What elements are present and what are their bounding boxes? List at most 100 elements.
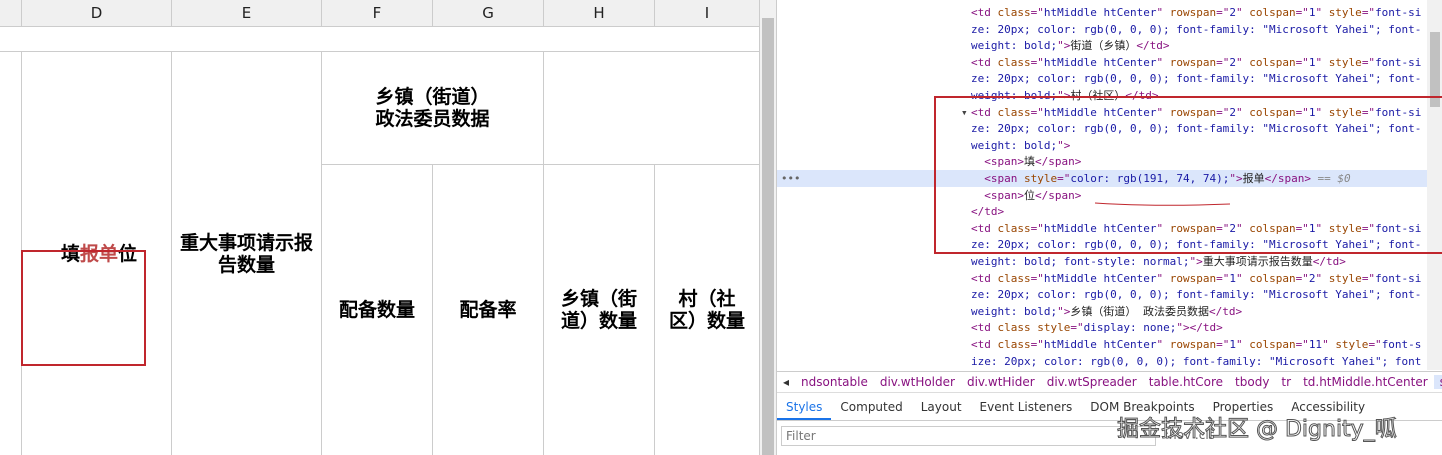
column-header-d[interactable]: D bbox=[22, 0, 172, 27]
code-token: " bbox=[1156, 338, 1170, 351]
code-token: rowspan bbox=[1169, 55, 1217, 69]
code-line[interactable]: ze: 20px; color: rgb(0, 0, 0); font-fami… bbox=[777, 286, 1427, 303]
breadcrumb-item[interactable]: div.wtHolder bbox=[874, 375, 961, 389]
annotation-box bbox=[21, 250, 146, 366]
code-token: <td bbox=[971, 271, 998, 285]
more-icon[interactable]: ••• bbox=[781, 172, 800, 185]
cell-village-count[interactable]: 村（社区）数量 bbox=[655, 165, 760, 455]
cell-equipped-count[interactable]: 配备数量 bbox=[322, 165, 433, 455]
breadcrumb-item[interactable]: td.htMiddle.htCenter bbox=[1297, 375, 1434, 389]
code-token: =" bbox=[1216, 55, 1230, 69]
tab-styles[interactable]: Styles bbox=[777, 396, 832, 420]
code-token: =" bbox=[1070, 321, 1084, 335]
code-token: font-si bbox=[1375, 271, 1422, 285]
code-token: " bbox=[1156, 6, 1170, 19]
code-token: class bbox=[997, 6, 1031, 19]
code-token: =" bbox=[1295, 338, 1309, 351]
code-token: class bbox=[997, 321, 1031, 335]
code-line[interactable]: ze: 20px; color: rgb(0, 0, 0); font-fami… bbox=[777, 70, 1427, 87]
code-token: rowspan bbox=[1169, 338, 1217, 351]
code-token: class bbox=[997, 55, 1031, 69]
breadcrumb-item[interactable]: tr bbox=[1275, 375, 1297, 389]
code-token: 2 bbox=[1229, 55, 1236, 69]
code-token: ze: 20px; color: rgb(0, 0, 0); font-fami… bbox=[971, 22, 1422, 36]
column-header-f[interactable]: F bbox=[322, 0, 433, 27]
code-token: colspan bbox=[1249, 271, 1296, 285]
code-line[interactable]: weight: bold;">街道（乡镇）</td> bbox=[777, 37, 1427, 54]
column-header-g[interactable]: G bbox=[433, 0, 544, 27]
cell-town-count[interactable]: 乡镇（街道）数量 bbox=[544, 165, 655, 455]
code-token: " bbox=[1315, 55, 1329, 69]
column-header-e[interactable]: E bbox=[172, 0, 322, 27]
code-token: " bbox=[1235, 6, 1250, 19]
code-token: 街道（乡镇） bbox=[1070, 39, 1137, 53]
cell-c[interactable] bbox=[0, 52, 22, 455]
code-token: </td> bbox=[1208, 304, 1243, 318]
code-token: " bbox=[1235, 338, 1250, 351]
code-token: =" bbox=[1030, 6, 1044, 19]
breadcrumb-item[interactable]: div.wtHider bbox=[961, 375, 1041, 389]
column-header-i[interactable]: I bbox=[655, 0, 760, 27]
code-token: 1 bbox=[1229, 271, 1236, 285]
cell-empty[interactable] bbox=[544, 52, 760, 165]
code-token: <td bbox=[971, 321, 998, 335]
column-header-h[interactable]: H bbox=[544, 0, 655, 27]
breadcrumb-left-icon[interactable]: ◂ bbox=[777, 375, 795, 389]
breadcrumb-item[interactable]: span bbox=[1433, 375, 1442, 389]
code-token: =" bbox=[1030, 271, 1044, 285]
code-token: ize: 20px; color: rgb(0, 0, 0); font-fam… bbox=[971, 354, 1422, 368]
code-line[interactable]: <td class="htMiddle htCenter" rowspan="1… bbox=[777, 270, 1427, 287]
breadcrumb-item[interactable]: tbody bbox=[1229, 375, 1275, 389]
code-token: </td> bbox=[1312, 255, 1346, 268]
code-token: " bbox=[1156, 271, 1170, 285]
code-token: =" bbox=[1216, 271, 1230, 285]
code-token: =" bbox=[1030, 338, 1044, 351]
code-token: " bbox=[1315, 271, 1329, 285]
code-line[interactable]: ize: 20px; color: rgb(0, 0, 0); font-fam… bbox=[777, 353, 1427, 370]
code-token: " bbox=[1322, 338, 1336, 351]
code-token: <td bbox=[971, 55, 998, 69]
annotation-underline bbox=[1095, 202, 1230, 206]
tab-layout[interactable]: Layout bbox=[912, 396, 971, 420]
code-line[interactable]: ze: 20px; color: rgb(0, 0, 0); font-fami… bbox=[777, 21, 1427, 38]
column-header-c[interactable] bbox=[0, 0, 22, 27]
code-line[interactable]: weight: bold; font-style: normal;">重大事项请… bbox=[777, 253, 1427, 270]
cell-major-reports[interactable]: 重大事项请示报告数量 bbox=[172, 52, 322, 455]
code-line[interactable]: weight: bold;">乡镇（街道） 政法委员数据</td> bbox=[777, 303, 1427, 320]
breadcrumb-item[interactable]: ndsontable bbox=[795, 375, 874, 389]
code-token: "> bbox=[1057, 304, 1071, 318]
empty-row[interactable] bbox=[0, 27, 760, 52]
code-token: rowspan bbox=[1169, 6, 1217, 19]
code-token: weight: bold; font-style: normal; bbox=[971, 255, 1190, 268]
code-token: =" bbox=[1295, 6, 1309, 19]
code-token: 乡镇（街道） 政法委员数据 bbox=[1070, 304, 1209, 318]
cell-group-header[interactable]: 乡镇（街道） 政法委员数据 bbox=[322, 52, 544, 165]
code-token: style bbox=[1335, 338, 1369, 351]
code-token: colspan bbox=[1249, 338, 1296, 351]
scrollbar-thumb[interactable] bbox=[762, 18, 774, 455]
code-token: " bbox=[1156, 55, 1170, 69]
code-token: "> bbox=[1189, 255, 1203, 268]
breadcrumb-item[interactable]: div.wtSpreader bbox=[1041, 375, 1143, 389]
code-line[interactable]: <td class="htMiddle htCenter" rowspan="2… bbox=[777, 4, 1427, 21]
code-line[interactable]: <td class style="display: none;"></td> bbox=[777, 319, 1427, 336]
code-line[interactable]: <td class="htMiddle htCenter" rowspan="2… bbox=[777, 54, 1427, 71]
cell-equipped-rate[interactable]: 配备率 bbox=[433, 165, 544, 455]
code-token: "></td> bbox=[1176, 321, 1223, 335]
code-token: =" bbox=[1361, 6, 1376, 19]
code-token: "> bbox=[1057, 39, 1071, 53]
tab-computed[interactable]: Computed bbox=[831, 396, 911, 420]
code-token: font-si bbox=[1375, 55, 1422, 69]
tab-event-listeners[interactable]: Event Listeners bbox=[971, 396, 1082, 420]
code-token: =" bbox=[1030, 55, 1044, 69]
code-token: =" bbox=[1295, 271, 1309, 285]
breadcrumb-item[interactable]: table.htCore bbox=[1143, 375, 1229, 389]
filter-input[interactable]: Filter bbox=[781, 426, 1156, 446]
code-token: style bbox=[1328, 6, 1362, 19]
code-token: =" bbox=[1216, 6, 1230, 19]
code-token: style bbox=[1037, 321, 1071, 335]
code-token: " bbox=[1315, 6, 1329, 19]
annotation-box bbox=[934, 96, 1442, 254]
sheet-scrollbar[interactable] bbox=[760, 0, 776, 455]
code-line[interactable]: <td class="htMiddle htCenter" rowspan="1… bbox=[777, 336, 1427, 353]
